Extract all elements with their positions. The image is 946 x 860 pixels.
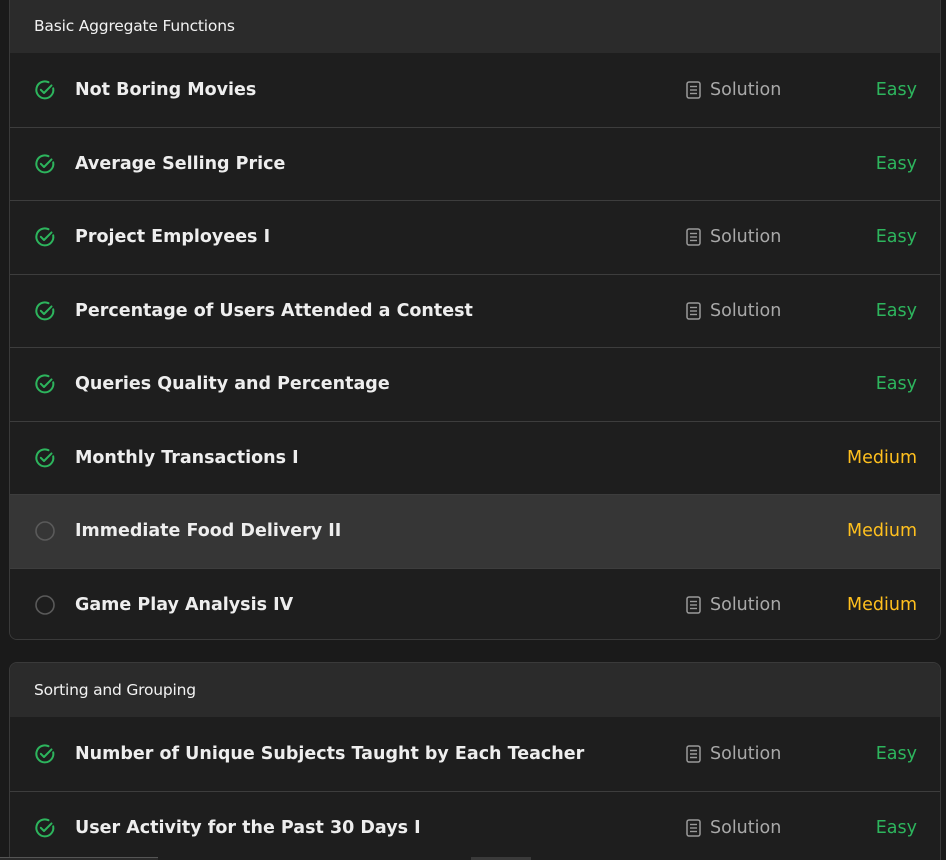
difficulty-label: Easy <box>875 374 917 395</box>
solution-label: Solution <box>710 817 782 838</box>
problem-row[interactable]: Average Selling Price Easy <box>10 126 940 200</box>
problem-title-link[interactable]: User Activity for the Past 30 Days I <box>75 818 421 838</box>
solved-check-icon <box>34 226 56 248</box>
problem-title-link[interactable]: Not Boring Movies <box>75 80 256 100</box>
solution-label: Solution <box>710 743 782 764</box>
section-basic-aggregate-functions: Basic Aggregate Functions Not Boring Mov… <box>9 0 941 640</box>
difficulty-label: Easy <box>875 153 917 174</box>
problem-list: Not Boring Movies Solution Easy Average Sel… <box>10 53 940 639</box>
problem-row[interactable]: Queries Quality and Percentage Easy <box>10 347 940 421</box>
problem-row[interactable]: Not Boring Movies Solution Easy <box>10 53 940 127</box>
problem-title-link[interactable]: Number of Unique Subjects Taught by Each… <box>75 744 584 764</box>
difficulty-label: Easy <box>875 743 917 764</box>
solution-label: Solution <box>710 227 782 248</box>
solution-link[interactable]: Solution <box>686 80 781 100</box>
unsolved-circle-icon <box>34 594 56 616</box>
problem-title-link[interactable]: Game Play Analysis IV <box>75 595 293 615</box>
document-icon <box>686 81 701 99</box>
problem-row[interactable]: Game Play Analysis IV Solution Medium <box>10 567 940 639</box>
difficulty-label: Easy <box>875 227 917 248</box>
problem-row[interactable]: Project Employees I Solution Easy <box>10 200 940 274</box>
problem-row[interactable]: Number of Unique Subjects Taught by Each… <box>10 717 940 791</box>
section-sorting-and-grouping: Sorting and Grouping Number of Unique Su… <box>9 662 941 860</box>
difficulty-label: Easy <box>875 817 917 838</box>
problem-title-link[interactable]: Immediate Food Delivery II <box>75 521 341 541</box>
solved-check-icon <box>34 817 56 839</box>
document-icon <box>686 819 701 837</box>
difficulty-label: Medium <box>847 521 917 542</box>
solved-check-icon <box>34 153 56 175</box>
document-icon <box>686 596 701 614</box>
solved-check-icon <box>34 373 56 395</box>
problem-title-link[interactable]: Monthly Transactions I <box>75 448 299 468</box>
section-title: Sorting and Grouping <box>34 681 196 699</box>
section-title: Basic Aggregate Functions <box>34 17 235 35</box>
problem-title-link[interactable]: Project Employees I <box>75 227 270 247</box>
problem-row[interactable]: User Activity for the Past 30 Days I Solu… <box>10 790 940 860</box>
solved-check-icon <box>34 300 56 322</box>
solution-link[interactable]: Solution <box>686 818 781 838</box>
document-icon <box>686 745 701 763</box>
document-icon <box>686 228 701 246</box>
section-header[interactable]: Sorting and Grouping <box>10 663 940 717</box>
unsolved-circle-icon <box>34 520 56 542</box>
solution-link[interactable]: Solution <box>686 227 781 247</box>
difficulty-label: Easy <box>875 79 917 100</box>
solved-check-icon <box>34 79 56 101</box>
difficulty-label: Medium <box>847 594 917 615</box>
solution-label: Solution <box>710 300 782 321</box>
problem-list: Number of Unique Subjects Taught by Each… <box>10 717 940 860</box>
solved-check-icon <box>34 743 56 765</box>
problem-row[interactable]: Immediate Food Delivery II Medium <box>10 494 940 568</box>
problem-title-link[interactable]: Queries Quality and Percentage <box>75 374 390 394</box>
section-header[interactable]: Basic Aggregate Functions <box>10 0 940 53</box>
solution-label: Solution <box>710 594 782 615</box>
solution-link[interactable]: Solution <box>686 595 781 615</box>
problem-title-link[interactable]: Average Selling Price <box>75 154 285 174</box>
difficulty-label: Medium <box>847 447 917 468</box>
solution-label: Solution <box>710 79 782 100</box>
problem-row[interactable]: Percentage of Users Attended a Contest So… <box>10 273 940 347</box>
solution-link[interactable]: Solution <box>686 744 781 764</box>
solution-link[interactable]: Solution <box>686 301 781 321</box>
problem-title-link[interactable]: Percentage of Users Attended a Contest <box>75 301 473 321</box>
document-icon <box>686 302 701 320</box>
solved-check-icon <box>34 447 56 469</box>
problem-list-page: Basic Aggregate Functions Not Boring Mov… <box>0 0 946 860</box>
difficulty-label: Easy <box>875 300 917 321</box>
problem-row[interactable]: Monthly Transactions I Medium <box>10 420 940 494</box>
